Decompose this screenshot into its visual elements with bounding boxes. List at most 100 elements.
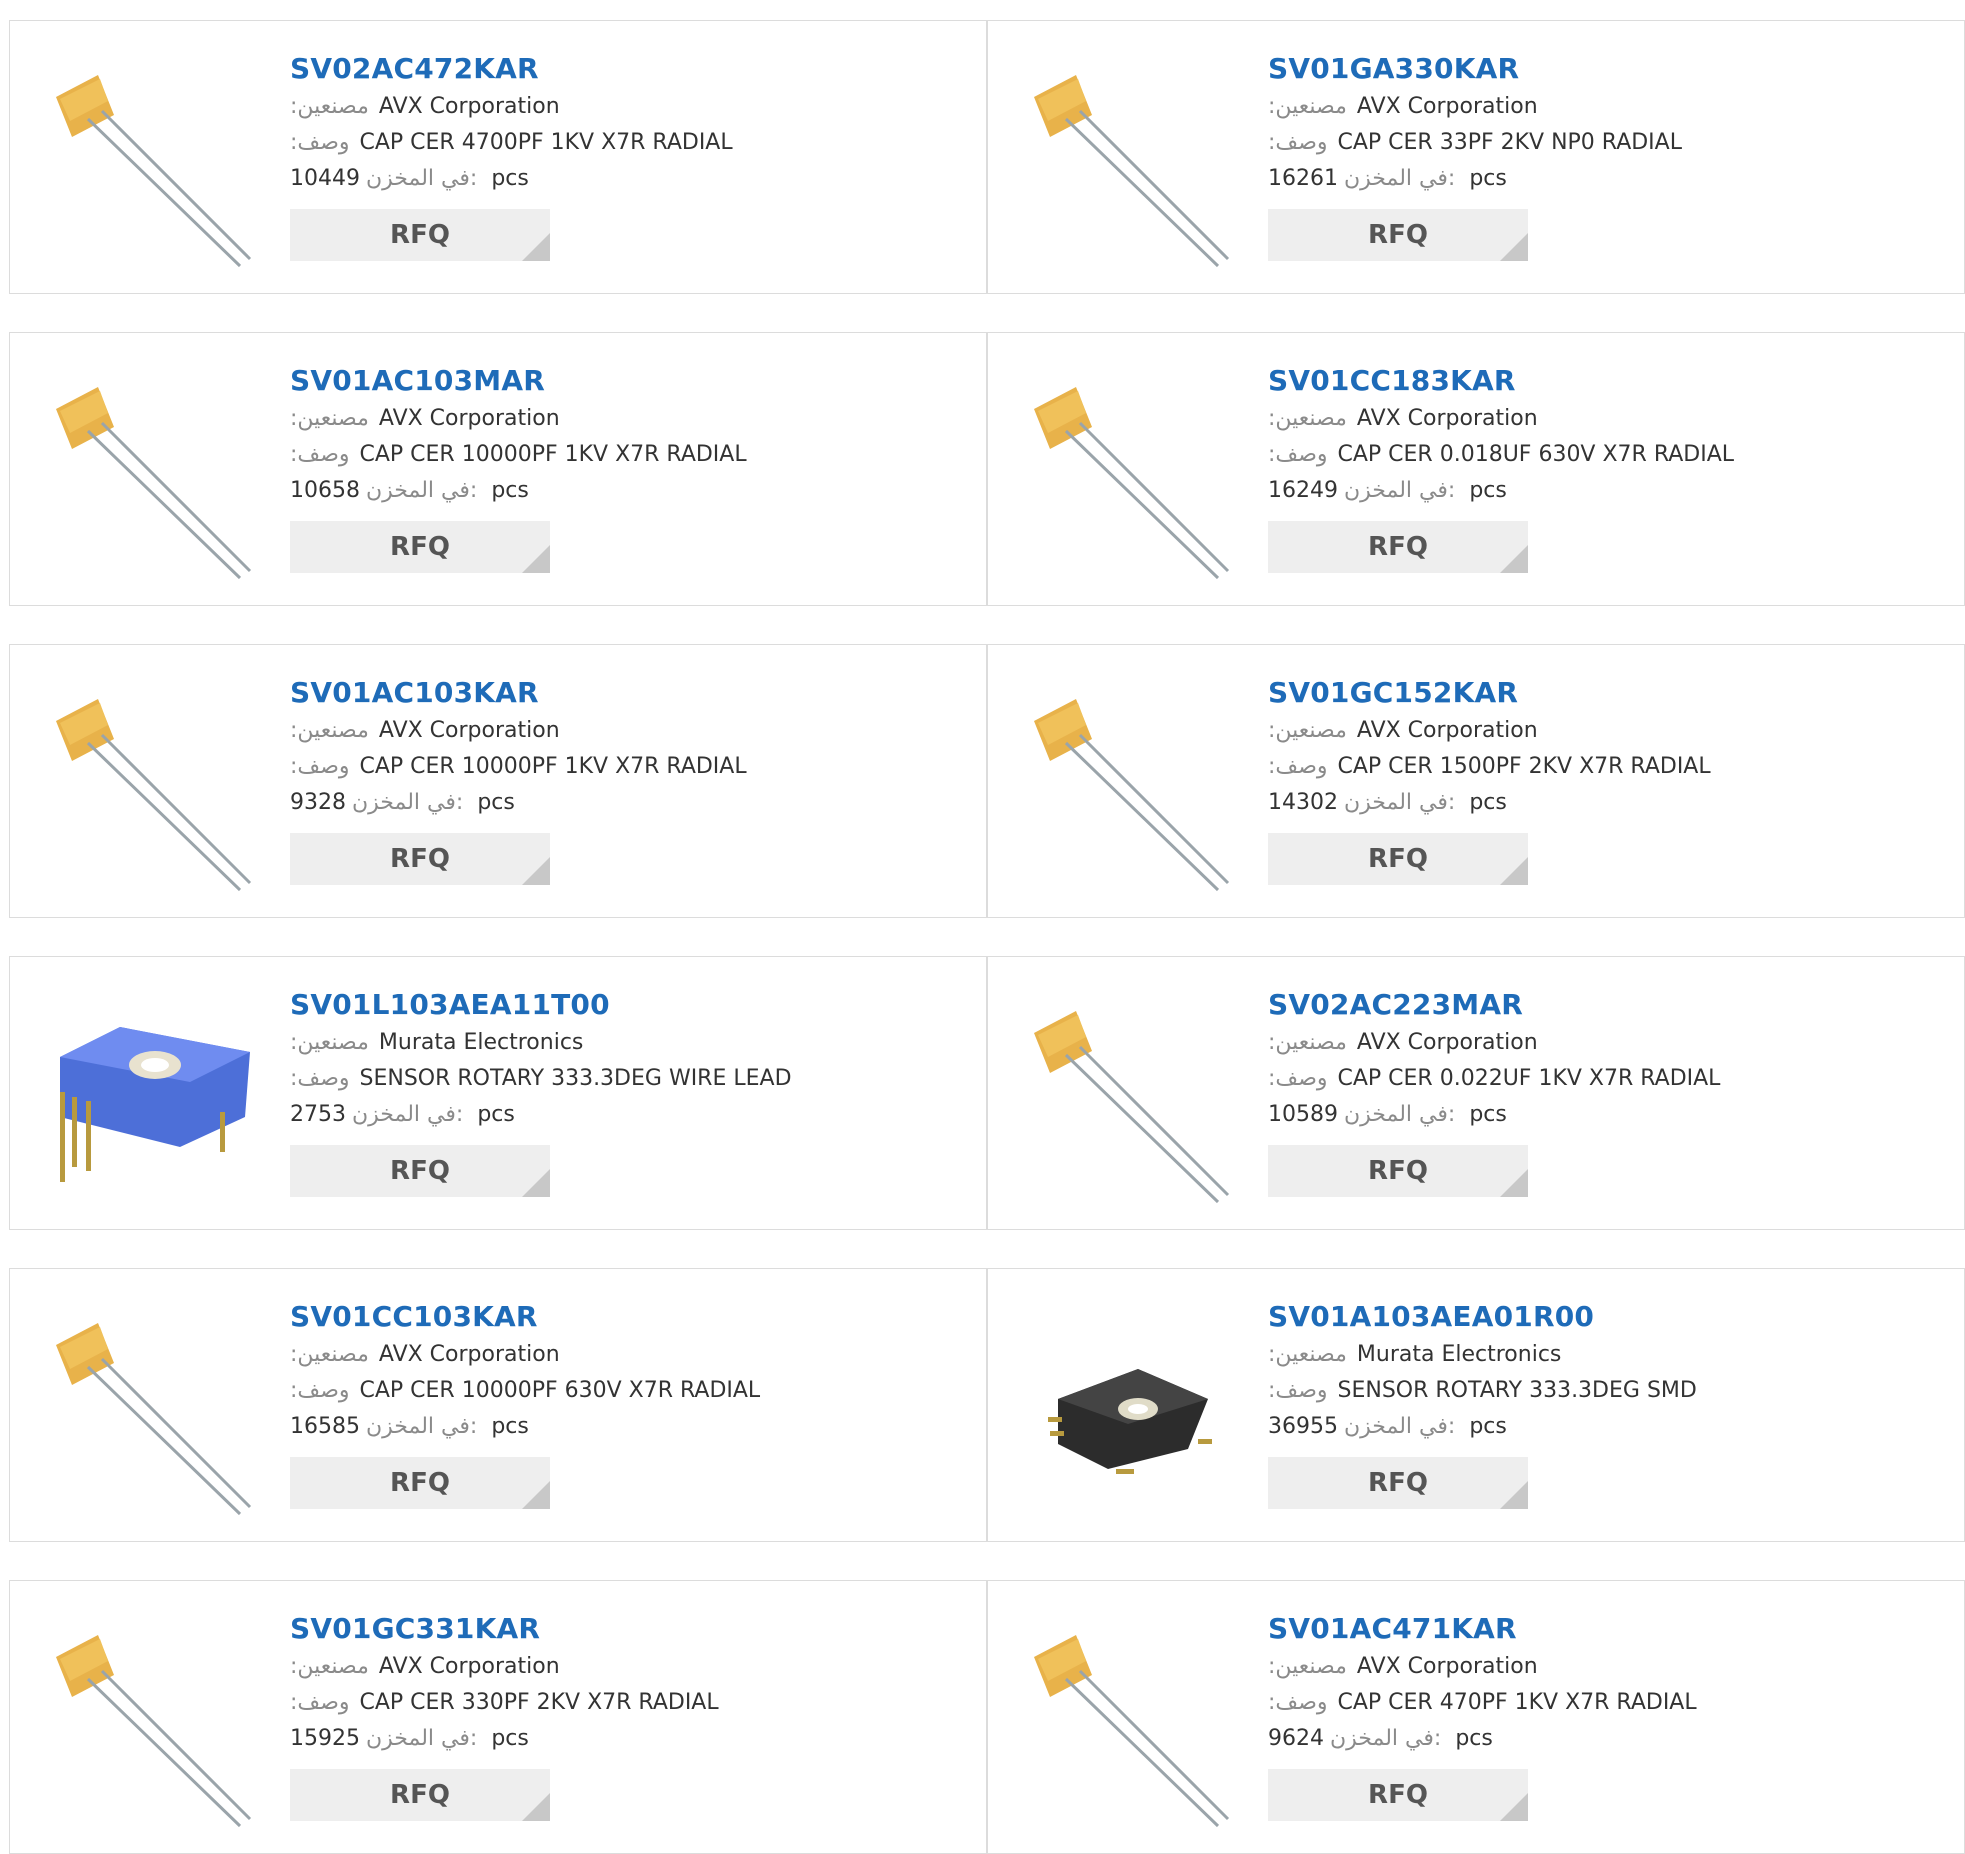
rotary-sensor-blue-image[interactable]	[50, 997, 260, 1207]
part-number-link[interactable]: SV01A103AEA01R00	[1268, 1297, 1944, 1337]
description-row: :وصف CAP CER 330PF 2KV X7R RADIAL	[290, 1685, 966, 1721]
description-value: CAP CER 1500PF 2KV X7R RADIAL	[1337, 754, 1711, 779]
stock-label: في المخزن:	[366, 478, 478, 503]
stock-unit: pcs	[491, 1726, 529, 1751]
stock-unit: pcs	[1469, 478, 1507, 503]
part-number-link[interactable]: SV01AC103KAR	[290, 673, 966, 713]
stock-label: في المخزن:	[1344, 166, 1456, 191]
description-label: :وصف	[290, 130, 350, 155]
rfq-button[interactable]: RFQ	[1268, 1769, 1528, 1821]
rfq-button[interactable]: RFQ	[290, 209, 550, 261]
corner-triangle-icon	[1500, 1793, 1528, 1821]
part-number-link[interactable]: SV01AC103MAR	[290, 361, 966, 401]
part-number-link[interactable]: SV01GC331KAR	[290, 1609, 966, 1649]
rfq-button[interactable]: RFQ	[1268, 833, 1528, 885]
manufacturer-row: :مصنعين AVX Corporation	[290, 1337, 966, 1373]
product-card: SV01AC471KAR :مصنعين AVX Corporation :وصف…	[987, 1580, 1965, 1854]
capacitor-image[interactable]	[50, 61, 260, 271]
manufacturer-value: Murata Electronics	[1356, 1342, 1562, 1367]
manufacturer-row: :مصنعين AVX Corporation	[290, 89, 966, 125]
product-card: SV02AC223MAR :مصنعين AVX Corporation :وصف…	[987, 956, 1965, 1230]
rfq-label: RFQ	[390, 532, 450, 562]
stock-unit: pcs	[491, 166, 529, 191]
manufacturer-row: :مصنعين AVX Corporation	[290, 401, 966, 437]
stock-row: 2753 في المخزن: pcs	[290, 1097, 966, 1133]
manufacturer-label: :مصنعين	[290, 1654, 369, 1679]
manufacturer-value: AVX Corporation	[1356, 1654, 1538, 1679]
product-info: SV01A103AEA01R00 :مصنعين Murata Electroni…	[1268, 1297, 1944, 1509]
stock-unit: pcs	[1469, 1414, 1507, 1439]
stock-value: 9624	[1268, 1726, 1324, 1751]
rfq-label: RFQ	[390, 1468, 450, 1498]
part-number-link[interactable]: SV02AC223MAR	[1268, 985, 1944, 1025]
part-number-link[interactable]: SV02AC472KAR	[290, 49, 966, 89]
stock-unit: pcs	[1455, 1726, 1493, 1751]
capacitor-image[interactable]	[1028, 373, 1238, 583]
part-number-link[interactable]: SV01AC471KAR	[1268, 1609, 1944, 1649]
description-label: :وصف	[1268, 754, 1328, 779]
stock-label: في المخزن:	[352, 790, 464, 815]
manufacturer-value: AVX Corporation	[1356, 1030, 1538, 1055]
stock-row: 10589 في المخزن: pcs	[1268, 1097, 1944, 1133]
stock-unit: pcs	[491, 478, 529, 503]
product-info: SV01AC103KAR :مصنعين AVX Corporation :وصف…	[290, 673, 966, 885]
rfq-button[interactable]: RFQ	[1268, 521, 1528, 573]
rotary-sensor-black-image[interactable]	[1028, 1309, 1238, 1519]
description-label: :وصف	[1268, 1066, 1328, 1091]
rfq-label: RFQ	[390, 1156, 450, 1186]
description-label: :وصف	[1268, 442, 1328, 467]
capacitor-image[interactable]	[50, 685, 260, 895]
stock-label: في المخزن:	[1330, 1726, 1442, 1751]
description-row: :وصف CAP CER 4700PF 1KV X7R RADIAL	[290, 125, 966, 161]
description-label: :وصف	[290, 754, 350, 779]
manufacturer-label: :مصنعين	[290, 1030, 369, 1055]
description-row: :وصف CAP CER 10000PF 630V X7R RADIAL	[290, 1373, 966, 1409]
stock-value: 10449	[290, 166, 360, 191]
manufacturer-label: :مصنعين	[1268, 1654, 1347, 1679]
rfq-button[interactable]: RFQ	[1268, 1145, 1528, 1197]
rfq-button[interactable]: RFQ	[290, 833, 550, 885]
rfq-button[interactable]: RFQ	[290, 1769, 550, 1821]
manufacturer-label: :مصنعين	[1268, 1030, 1347, 1055]
description-value: SENSOR ROTARY 333.3DEG SMD	[1337, 1378, 1697, 1403]
manufacturer-row: :مصنعين AVX Corporation	[290, 1649, 966, 1685]
part-number-link[interactable]: SV01GA330KAR	[1268, 49, 1944, 89]
product-card: SV01A103AEA01R00 :مصنعين Murata Electroni…	[987, 1268, 1965, 1542]
description-value: CAP CER 10000PF 630V X7R RADIAL	[359, 1378, 761, 1403]
manufacturer-label: :مصنعين	[1268, 718, 1347, 743]
corner-triangle-icon	[522, 857, 550, 885]
description-label: :وصف	[1268, 130, 1328, 155]
capacitor-image[interactable]	[50, 1621, 260, 1831]
part-number-link[interactable]: SV01CC103KAR	[290, 1297, 966, 1337]
rfq-button[interactable]: RFQ	[290, 521, 550, 573]
capacitor-image[interactable]	[1028, 1621, 1238, 1831]
product-info: SV01CC103KAR :مصنعين AVX Corporation :وصف…	[290, 1297, 966, 1509]
rfq-label: RFQ	[1368, 1780, 1428, 1810]
stock-unit: pcs	[477, 1102, 515, 1127]
stock-value: 15925	[290, 1726, 360, 1751]
stock-value: 14302	[1268, 790, 1338, 815]
capacitor-image[interactable]	[50, 1309, 260, 1519]
manufacturer-value: AVX Corporation	[378, 94, 560, 119]
rfq-button[interactable]: RFQ	[290, 1457, 550, 1509]
manufacturer-row: :مصنعين Murata Electronics	[290, 1025, 966, 1061]
rfq-button[interactable]: RFQ	[1268, 209, 1528, 261]
part-number-link[interactable]: SV01GC152KAR	[1268, 673, 1944, 713]
corner-triangle-icon	[1500, 857, 1528, 885]
corner-triangle-icon	[522, 1481, 550, 1509]
corner-triangle-icon	[1500, 1481, 1528, 1509]
capacitor-image[interactable]	[50, 373, 260, 583]
part-number-link[interactable]: SV01L103AEA11T00	[290, 985, 966, 1025]
rfq-button[interactable]: RFQ	[1268, 1457, 1528, 1509]
manufacturer-label: :مصنعين	[1268, 94, 1347, 119]
rfq-button[interactable]: RFQ	[290, 1145, 550, 1197]
manufacturer-label: :مصنعين	[290, 94, 369, 119]
capacitor-image[interactable]	[1028, 61, 1238, 271]
part-number-link[interactable]: SV01CC183KAR	[1268, 361, 1944, 401]
capacitor-image[interactable]	[1028, 685, 1238, 895]
description-label: :وصف	[290, 1066, 350, 1091]
corner-triangle-icon	[522, 1169, 550, 1197]
description-value: CAP CER 0.018UF 630V X7R RADIAL	[1337, 442, 1735, 467]
capacitor-image[interactable]	[1028, 997, 1238, 1207]
rfq-label: RFQ	[390, 1780, 450, 1810]
